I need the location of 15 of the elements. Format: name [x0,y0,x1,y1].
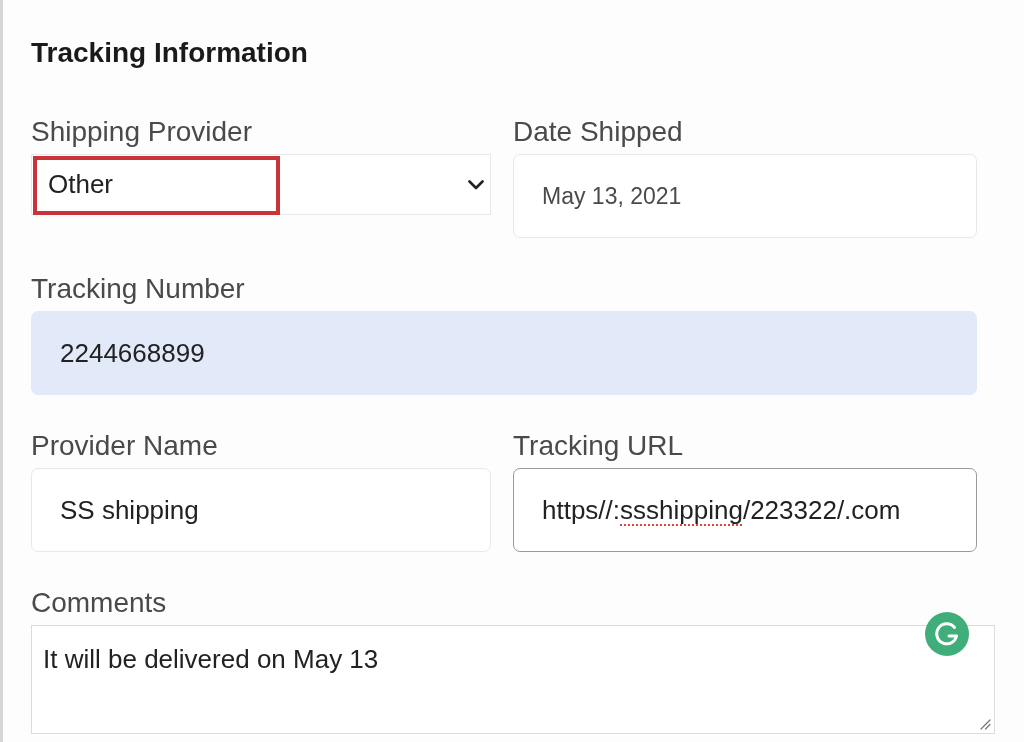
field-label: Tracking Number [31,273,246,305]
input-field[interactable]: https//:ssshipping/223322/.com [513,468,977,552]
field-label: Date Shipped [513,116,684,148]
input-field[interactable]: SS shipping [31,468,491,552]
input-field[interactable]: 2244668899 [31,311,977,395]
circular-arrow-badge-icon[interactable] [925,612,969,656]
field-label: Tracking URL [513,430,685,462]
field-label: Comments [31,587,168,619]
field-label: Shipping Provider [31,116,254,148]
chevron-down-icon [468,179,484,190]
select-field[interactable]: Other [31,154,491,215]
field-label: Provider Name [31,430,219,462]
date-field[interactable]: May 13, 2021 [513,154,977,238]
section-title: Tracking Information [31,36,309,70]
resize-handle-icon[interactable] [979,718,991,730]
